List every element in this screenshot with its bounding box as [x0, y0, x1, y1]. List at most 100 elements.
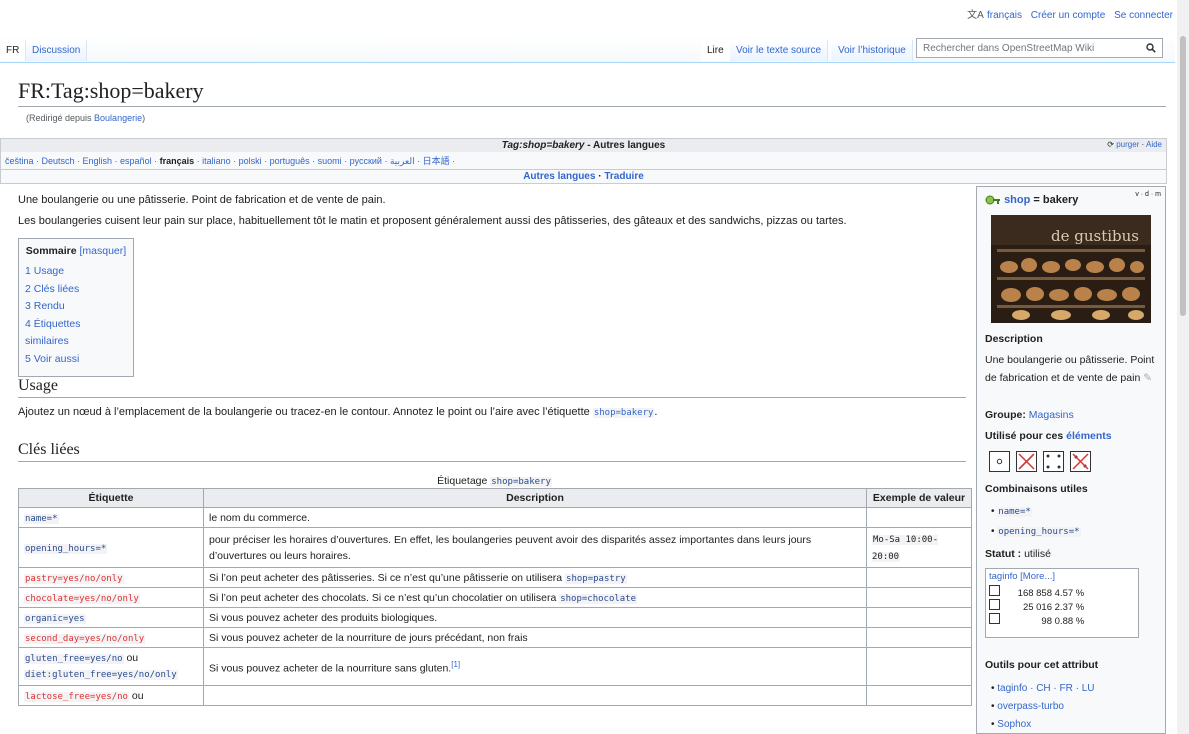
infobox-description-text: Une boulangerie ou pâtisserie. Point de … — [985, 354, 1155, 384]
tag-link[interactable]: opening_hours=* — [24, 543, 108, 554]
group-link[interactable]: Magasins — [1029, 409, 1074, 421]
page-tabs: FR Discussion Lire Voir le texte source … — [0, 36, 1175, 63]
tag-link[interactable]: lactose_free=yes/no — [24, 691, 129, 702]
other-languages-link[interactable]: Autres langues — [523, 171, 595, 182]
tab-namespace[interactable]: FR — [0, 40, 27, 61]
tool-item: • taginfo · CH · FR · LU — [991, 683, 1095, 694]
infobox-key-link[interactable]: shop — [1004, 194, 1030, 206]
tool-link[interactable]: overpass-turbo — [997, 701, 1064, 712]
desc-tag-link[interactable]: shop=pastry — [565, 573, 627, 584]
row-example — [866, 567, 972, 588]
caption-tag-link[interactable]: shop=bakery — [490, 477, 552, 487]
row-example: Mo-Sa 10:00-20:00 — [872, 534, 939, 562]
redirect-prefix: (Redirigé depuis — [26, 113, 95, 123]
tool-link[interactable]: taginfo · CH · FR · LU — [997, 683, 1094, 694]
group-label: Groupe: — [985, 409, 1026, 421]
tag-link[interactable]: chocolate=yes/no/only — [24, 593, 140, 604]
elements-link[interactable]: éléments — [1066, 430, 1112, 442]
row-example — [866, 607, 972, 628]
row-example — [866, 587, 972, 608]
combinations-heading: Combinaisons utiles — [985, 483, 1088, 495]
tag-link[interactable]: gluten_free=yes/no — [24, 653, 124, 664]
tab-read[interactable]: Lire — [701, 40, 731, 61]
row-description-cell: Si l’on peut acheter des pâtisseries. Si… — [203, 567, 867, 588]
create-account-link[interactable]: Créer un compte — [1031, 10, 1105, 21]
toc-title-text: Sommaire — [25, 245, 77, 257]
help-link[interactable]: Aide — [1146, 140, 1162, 149]
redirect-link[interactable]: Boulangerie — [94, 113, 142, 123]
translate-link[interactable]: Traduire — [604, 171, 643, 182]
languages-title-tag: Tag:shop=bakery — [501, 140, 585, 151]
combination-link[interactable]: name=* — [997, 507, 1032, 517]
footnote-link[interactable]: [1] — [451, 660, 460, 669]
intro-paragraph-2: Les boulangeries cuisent leur pain sur p… — [18, 215, 847, 227]
toc-title: Sommaire [masquer] — [25, 245, 127, 257]
area-icon[interactable] — [1042, 451, 1064, 472]
desc-tag-link[interactable]: shop=chocolate — [559, 593, 638, 604]
row-description: Si vous pouvez acheter de la nourriture … — [203, 627, 867, 648]
usage-tag: shop=bakery — [593, 408, 654, 418]
element-type-icons — [989, 451, 1094, 474]
scrollbar-thumb[interactable] — [1180, 36, 1186, 316]
tag-link[interactable]: diet:gluten_free=yes/no/only — [24, 669, 178, 680]
row-description: Si l’on peut acheter des chocolats. Si c… — [209, 591, 560, 604]
language-list-a[interactable]: čeština · Deutsch · English · español · — [5, 156, 160, 166]
tag-link[interactable]: name=* — [24, 513, 59, 524]
languages-footer: Autres langues · Traduire — [1, 169, 1166, 183]
tag-link[interactable]: second_day=yes/no/only — [24, 633, 146, 644]
node-icon[interactable] — [989, 451, 1010, 472]
combination-link[interactable]: opening_hours=* — [997, 527, 1081, 537]
refresh-icon[interactable]: ⟳ — [1107, 140, 1114, 149]
vdm-links[interactable]: v · d · m — [1135, 191, 1161, 198]
taginfo-count: 25 016 — [1022, 602, 1052, 613]
toc-item[interactable]: 4 Étiquettes similaires — [25, 318, 80, 348]
tag-link[interactable]: organic=yes — [24, 613, 86, 624]
relation-crossed-icon[interactable] — [1069, 451, 1091, 472]
translate-icon[interactable]: 文A — [967, 10, 983, 21]
toc-item[interactable]: 2 Clés liées — [25, 283, 79, 295]
languages-list: čeština · Deutsch · English · español · … — [1, 152, 1166, 169]
related-keys-table: Étiquette Description Exemple de valeur … — [18, 488, 972, 706]
intro-paragraph-1: Une boulangerie ou une pâtisserie. Point… — [18, 194, 386, 206]
way-count-icon — [989, 599, 1000, 610]
table-row: opening_hours=* pour préciser les horair… — [18, 527, 972, 568]
toc-item[interactable]: 5 Voir aussi — [25, 353, 79, 365]
current-language: français — [159, 156, 195, 166]
taginfo-more-link[interactable]: [More...] — [1020, 571, 1055, 582]
login-link[interactable]: Se connecter — [1114, 10, 1173, 21]
tab-discussion[interactable]: Discussion — [26, 40, 88, 61]
language-link[interactable]: français — [987, 10, 1022, 21]
combination-item: • name=* — [991, 506, 1032, 517]
usage-text: Ajoutez un nœud à l’emplacement de la bo… — [18, 406, 657, 418]
languages-title-rest: - Autres langues — [584, 140, 666, 151]
photo-sign-text: de gustibus — [1051, 227, 1139, 245]
redirect-suffix: ) — [142, 113, 146, 123]
row-example — [866, 647, 972, 686]
taginfo-pct: 2.37 % — [1054, 602, 1085, 613]
row-description: Si vous pouvez acheter de la nourriture … — [209, 662, 452, 675]
purge-link[interactable]: purger — [1116, 140, 1139, 149]
tool-item: • Sophox — [991, 719, 1032, 730]
col-header-description: Description — [203, 488, 867, 508]
language-list-b[interactable]: · italiano · polski · português · suomi … — [194, 156, 455, 166]
scrollbar[interactable] — [1177, 0, 1189, 734]
way-crossed-icon[interactable] — [1015, 451, 1037, 472]
toc-item[interactable]: 3 Rendu — [25, 300, 65, 312]
usage-tag-link[interactable]: shop=bakery — [592, 408, 655, 418]
tab-view-source[interactable]: Voir le texte source — [730, 40, 829, 61]
edit-pencil-icon[interactable]: ✎ — [1143, 372, 1152, 384]
taginfo-box: taginfo [More...] 168 858 4.57 % 25 016 … — [985, 568, 1139, 638]
key-icon — [985, 194, 1001, 206]
tool-link[interactable]: Sophox — [997, 719, 1031, 730]
search-input[interactable]: Rechercher dans OpenStreetMap Wiki — [916, 38, 1163, 58]
toc-item[interactable]: 1 Usage — [25, 265, 64, 277]
taginfo-pct: 4.57 % — [1054, 588, 1085, 599]
relation-count-icon — [989, 613, 1000, 624]
taginfo-link[interactable]: taginfo — [989, 571, 1018, 582]
tag-link[interactable]: pastry=yes/no/only — [24, 573, 124, 584]
toc-toggle[interactable]: [masquer] — [80, 245, 127, 257]
purge-links: ⟳ purger · Aide — [1107, 140, 1162, 149]
bakery-photo[interactable]: de gustibus — [991, 215, 1151, 323]
search-icon[interactable] — [1146, 39, 1156, 59]
tab-history[interactable]: Voir l’historique — [832, 40, 913, 61]
